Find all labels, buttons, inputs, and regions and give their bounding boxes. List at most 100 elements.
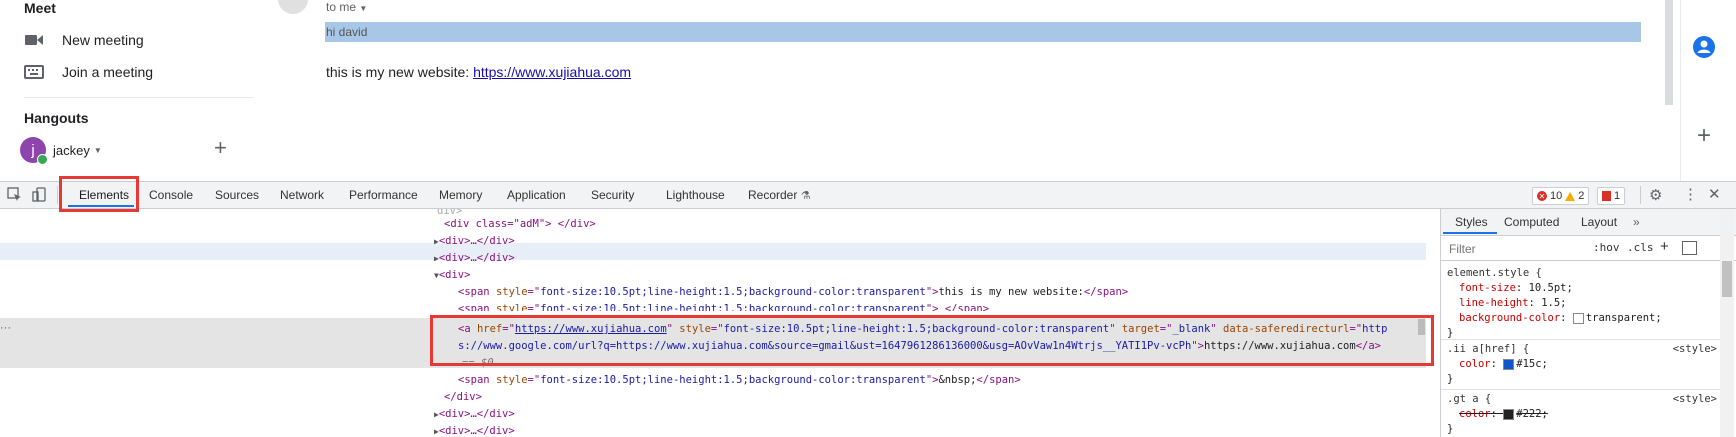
sender-avatar bbox=[278, 0, 308, 14]
code-line-collapsed[interactable]: ▶<div>…</div> bbox=[434, 250, 515, 267]
side-panel-divider bbox=[1680, 0, 1681, 181]
highlight-box bbox=[59, 176, 139, 212]
styles-pane: Styles Computed Layout » :hov .cls + ele… bbox=[1440, 209, 1736, 437]
rule-source[interactable]: <style> bbox=[1673, 342, 1717, 357]
get-addons-button[interactable]: + bbox=[1697, 124, 1711, 148]
code-tag: </div> bbox=[476, 252, 515, 264]
code-tag: <div> bbox=[438, 235, 471, 247]
span-style-value: font-size:10.5pt;line-height:1.5;backgro… bbox=[540, 374, 926, 386]
rule-close: } bbox=[1447, 423, 1454, 435]
code-tag: <div> bbox=[438, 269, 471, 281]
tab-recorder[interactable]: Recorder ⚗ bbox=[748, 182, 811, 208]
device-toolbar-icon[interactable] bbox=[32, 187, 47, 202]
code-line-collapsed[interactable]: ▶<div>…</div> bbox=[434, 406, 515, 423]
toggle-sidebar-icon[interactable] bbox=[1682, 241, 1697, 255]
highlight-box bbox=[430, 315, 1434, 366]
error-warning-counter[interactable]: ✕ 10 2 bbox=[1532, 187, 1590, 205]
code-tag: </div> bbox=[476, 425, 515, 437]
divider bbox=[24, 97, 254, 98]
styles-scrollbar-track bbox=[1720, 209, 1734, 437]
styles-filter-input[interactable] bbox=[1447, 240, 1601, 258]
new-meeting-item[interactable]: New meeting bbox=[24, 29, 144, 51]
code-line-span[interactable]: <span style="font-size:10.5pt;line-heigh… bbox=[458, 284, 1128, 301]
css-prop: color bbox=[1459, 358, 1491, 370]
tab-performance[interactable]: Performance bbox=[349, 182, 418, 208]
hangouts-user[interactable]: j jackey ▼ bbox=[20, 137, 102, 165]
flask-icon: ⚗ bbox=[800, 190, 811, 202]
close-icon[interactable]: ✕ bbox=[1708, 185, 1721, 203]
active-tab-indicator bbox=[1443, 232, 1497, 234]
code-line-collapsed[interactable]: ▶<div>…</div> bbox=[434, 423, 515, 437]
new-rule-plus-icon[interactable]: + bbox=[1660, 238, 1669, 255]
rule-selector: element.style { bbox=[1447, 267, 1542, 279]
css-rule: .gt a { <style> color: #222; } bbox=[1447, 392, 1717, 437]
css-value: transparent; bbox=[1585, 312, 1662, 324]
color-swatch[interactable] bbox=[1503, 358, 1515, 370]
css-prop: background-color bbox=[1459, 312, 1561, 324]
css-declaration-overridden[interactable]: color: #222; bbox=[1447, 407, 1717, 422]
warning-icon bbox=[1565, 191, 1576, 201]
css-declaration[interactable]: color: #15c; bbox=[1447, 357, 1717, 372]
class-toggle[interactable]: .cls bbox=[1627, 241, 1654, 254]
recipient-dropdown[interactable]: to me ▼ bbox=[326, 0, 367, 14]
rule-source[interactable]: <style> bbox=[1673, 392, 1717, 407]
to-me-label: to me bbox=[326, 0, 357, 14]
gmail-view: Meet New meeting Join a meeting Hangouts… bbox=[0, 0, 1736, 181]
error-icon: ✕ bbox=[1537, 191, 1547, 201]
tab-console[interactable]: Console bbox=[149, 182, 193, 208]
tab-sources[interactable]: Sources bbox=[215, 182, 259, 208]
css-prop: color bbox=[1459, 408, 1491, 420]
element-style-rule: element.style { font-size: 10.5pt; line-… bbox=[1447, 266, 1717, 341]
issue-count: 1 bbox=[1614, 190, 1621, 202]
code-tag: <div> bbox=[438, 252, 471, 264]
css-declaration[interactable]: font-size: 10.5pt; bbox=[1447, 281, 1717, 296]
code-line-collapsed[interactable]: ▶<div>…</div> bbox=[434, 233, 515, 250]
rule-selector: .gt a { bbox=[1447, 393, 1492, 405]
website-link[interactable]: https://www.xujiahua.com bbox=[473, 64, 631, 80]
meet-title: Meet bbox=[24, 0, 56, 16]
inspect-element-icon[interactable] bbox=[7, 187, 22, 202]
tab-security[interactable]: Security bbox=[591, 182, 634, 208]
chevron-down-icon: ▼ bbox=[359, 4, 368, 13]
code-line-expanded[interactable]: ▼<div> bbox=[434, 267, 470, 284]
tab-application[interactable]: Application bbox=[507, 182, 566, 208]
issues-counter[interactable]: 1 bbox=[1597, 187, 1626, 205]
css-prop: font-size bbox=[1459, 282, 1516, 294]
join-meeting-item[interactable]: Join a meeting bbox=[24, 61, 153, 83]
css-declaration[interactable]: background-color: transparent; bbox=[1447, 311, 1717, 326]
tab-network[interactable]: Network bbox=[280, 182, 324, 208]
more-options-icon[interactable]: ⋮ bbox=[1683, 185, 1698, 203]
add-hangout-button[interactable]: + bbox=[214, 137, 227, 159]
hangouts-user-name: jackey bbox=[53, 142, 90, 158]
tab-layout[interactable]: Layout bbox=[1581, 209, 1617, 235]
contacts-icon[interactable] bbox=[1693, 36, 1715, 58]
tab-computed[interactable]: Computed bbox=[1504, 209, 1559, 235]
tab-recorder-label: Recorder bbox=[748, 188, 798, 202]
tab-lighthouse[interactable]: Lighthouse bbox=[666, 182, 725, 208]
hover-state-toggle[interactable]: :hov bbox=[1593, 241, 1620, 254]
css-declaration[interactable]: line-height: 1.5; bbox=[1447, 296, 1717, 311]
span-text: this is my new website: bbox=[938, 286, 1084, 298]
mail-scrollbar[interactable] bbox=[1665, 0, 1673, 105]
avatar: j bbox=[20, 137, 48, 165]
styles-tabbar: Styles Computed Layout » bbox=[1441, 209, 1736, 236]
online-status-dot bbox=[37, 154, 48, 165]
gear-icon[interactable]: ⚙ bbox=[1649, 186, 1662, 204]
color-swatch[interactable] bbox=[1572, 312, 1584, 324]
code-line[interactable]: <div class="adM"> </div> bbox=[444, 216, 596, 233]
code-line-close[interactable]: </div> bbox=[444, 389, 482, 406]
code-line-span[interactable]: <span style="font-size:10.5pt;line-heigh… bbox=[458, 372, 1021, 389]
warning-count: 2 bbox=[1578, 190, 1585, 202]
css-value: #15c; bbox=[1516, 358, 1548, 370]
join-meeting-label: Join a meeting bbox=[62, 64, 154, 80]
tab-memory[interactable]: Memory bbox=[439, 182, 482, 208]
selected-text-highlight bbox=[325, 22, 1641, 42]
color-swatch[interactable] bbox=[1503, 408, 1515, 420]
more-actions-ellipsis[interactable]: ··· bbox=[0, 322, 11, 334]
elements-dom-tree: div> <div class="adM"> </div> ▶<div>…</d… bbox=[0, 209, 1440, 437]
code-tag: </div> bbox=[476, 235, 515, 247]
divider bbox=[1640, 186, 1641, 204]
code-line-span[interactable]: <span style="font-size:10.5pt;line-heigh… bbox=[458, 301, 989, 311]
styles-scrollbar[interactable] bbox=[1722, 261, 1732, 297]
more-tabs-icon[interactable]: » bbox=[1633, 209, 1640, 235]
